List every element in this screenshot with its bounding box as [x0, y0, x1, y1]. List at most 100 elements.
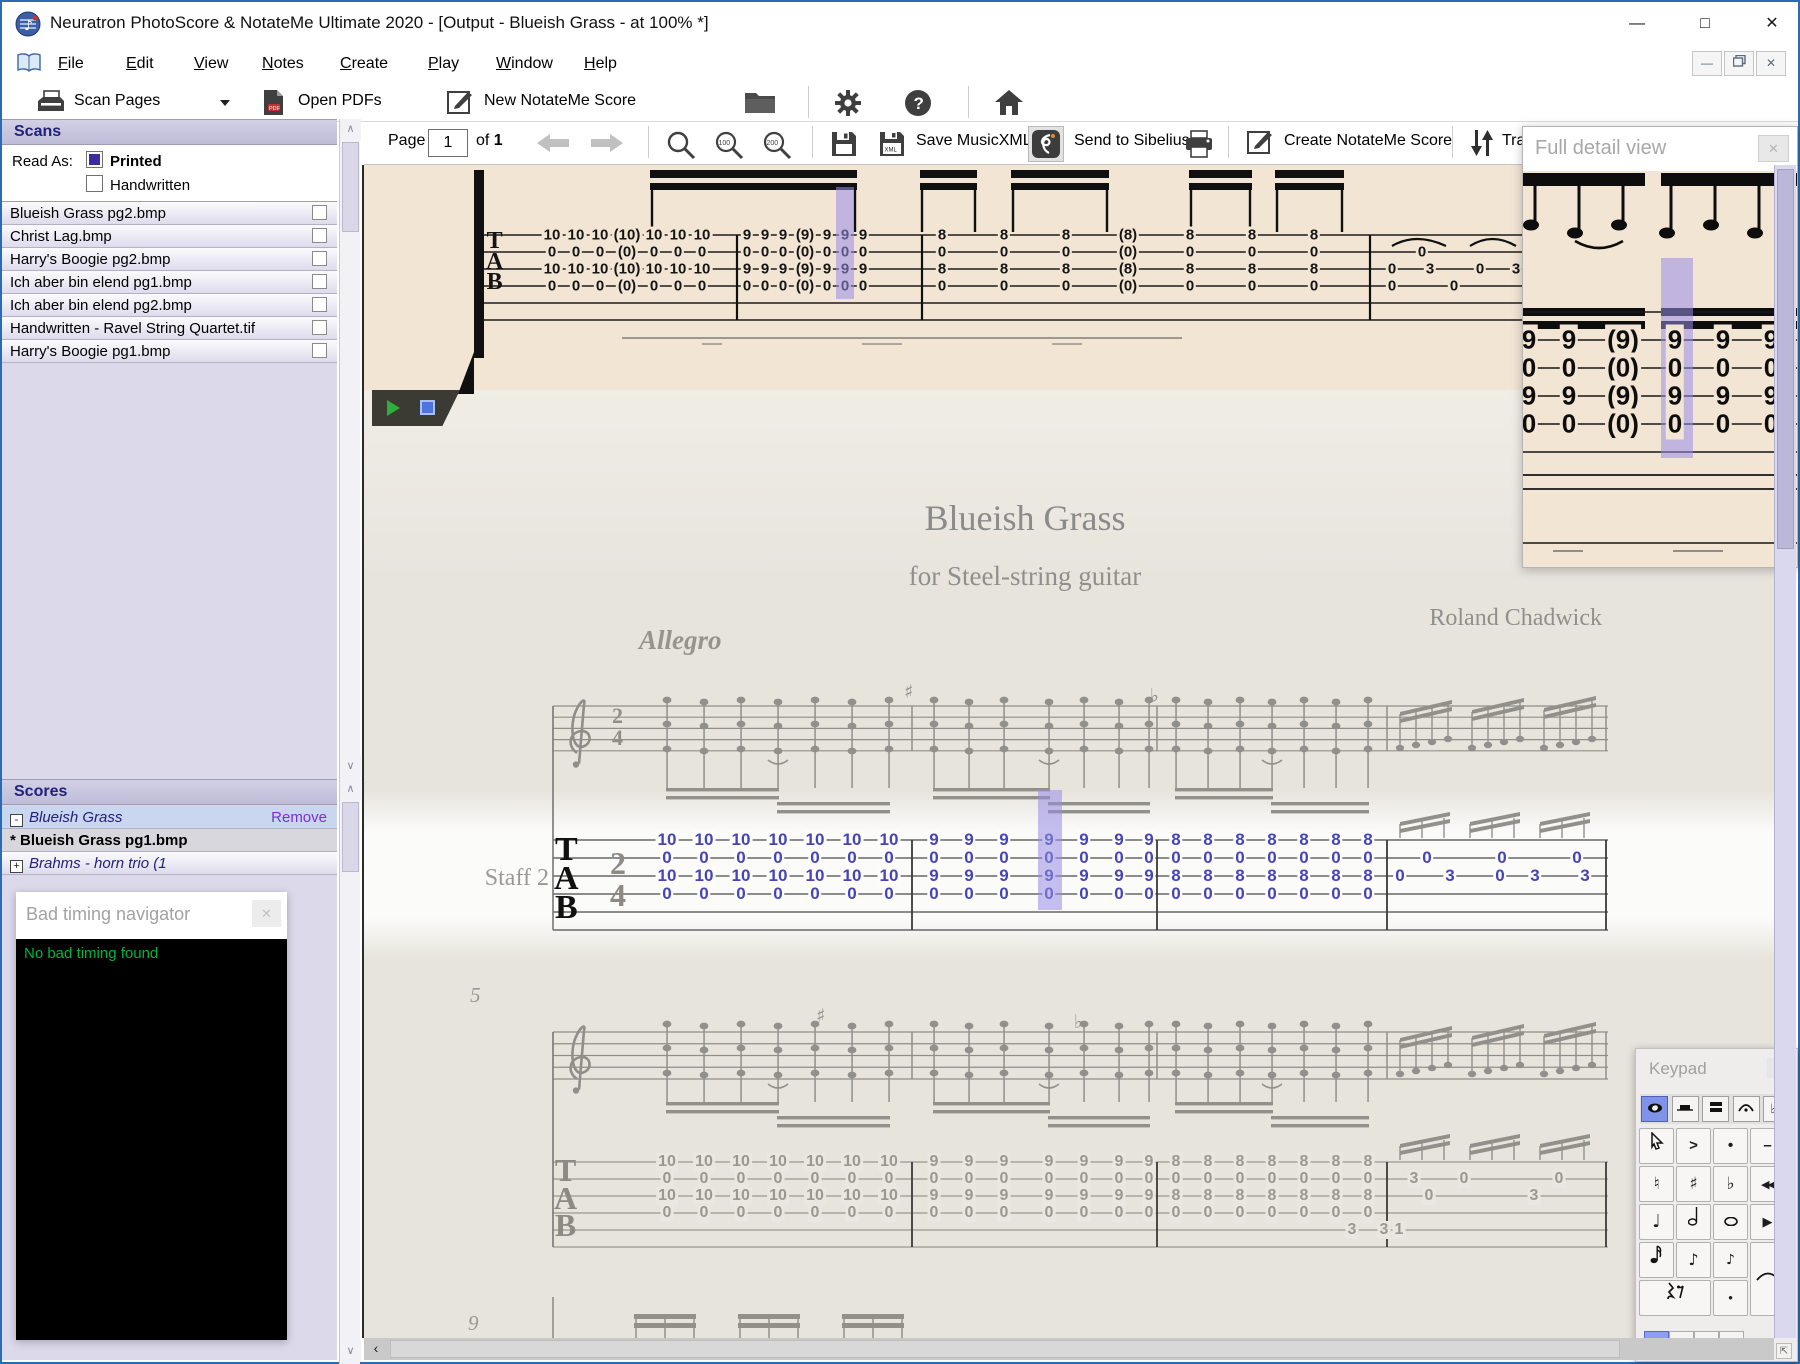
- scan-file-item[interactable]: Ich aber bin elend pg2.bmp: [2, 294, 337, 317]
- stop-button[interactable]: [420, 400, 435, 415]
- tab-number[interactable]: 10: [655, 866, 679, 886]
- tab-number[interactable]: 10: [840, 830, 864, 850]
- tab-number[interactable]: 10: [803, 830, 827, 850]
- new-notateme-button[interactable]: New NotateMe Score: [484, 92, 636, 110]
- tab-number[interactable]: 9: [997, 866, 1011, 886]
- menu-help[interactable]: Help: [580, 53, 621, 75]
- tab-number[interactable]: 9: [1077, 830, 1091, 850]
- tab-number[interactable]: 8: [1265, 830, 1279, 850]
- send-to-sibelius-button[interactable]: Send to Sibelius: [1074, 132, 1190, 150]
- keypad-accent-button[interactable]: >: [1676, 1128, 1711, 1164]
- tab-number[interactable]: 8: [1169, 830, 1183, 850]
- printed-checkbox[interactable]: [86, 151, 103, 168]
- tab-number[interactable]: 8: [1201, 866, 1215, 886]
- book-icon[interactable]: [16, 52, 42, 79]
- keypad-eighth-note-button[interactable]: ♪: [1713, 1242, 1748, 1278]
- tab-number[interactable]: 10: [766, 866, 790, 886]
- tab-number[interactable]: 3: [1578, 866, 1592, 886]
- tab-number[interactable]: 0: [1570, 848, 1584, 868]
- scan-file-item[interactable]: Harry's Boogie pg2.bmp: [2, 248, 337, 271]
- tab-number[interactable]: 10: [840, 866, 864, 886]
- tab-number[interactable]: 0: [1169, 848, 1183, 868]
- tab-number[interactable]: 0: [1393, 866, 1407, 886]
- tab-number[interactable]: 8: [1329, 830, 1343, 850]
- tab-number[interactable]: 0: [1495, 848, 1509, 868]
- scan-file-item[interactable]: Harry's Boogie pg1.bmp: [2, 340, 337, 363]
- scrollbar-thumb[interactable]: [342, 142, 359, 232]
- tab-number[interactable]: 9: [1112, 830, 1126, 850]
- tab-number[interactable]: 0: [660, 884, 674, 904]
- print-icon[interactable]: [1184, 130, 1214, 163]
- scroll-up-icon[interactable]: ∧: [340, 119, 361, 140]
- tab-number[interactable]: 9: [927, 830, 941, 850]
- maximize-button[interactable]: □: [1688, 10, 1722, 38]
- file-checkbox[interactable]: [312, 343, 327, 358]
- tab-number[interactable]: 0: [771, 884, 785, 904]
- tab-number[interactable]: 10: [877, 830, 901, 850]
- score-item[interactable]: - Blueish Grass Remove: [2, 806, 337, 829]
- tab-number[interactable]: 0: [1361, 884, 1375, 904]
- scan-icon[interactable]: [36, 89, 66, 120]
- remove-score-link[interactable]: Remove: [271, 809, 327, 826]
- gear-icon[interactable]: [834, 89, 862, 122]
- tab-number[interactable]: 0: [1329, 884, 1343, 904]
- scrollbar-thumb[interactable]: [390, 1340, 1620, 1358]
- tab-number[interactable]: 8: [1233, 830, 1247, 850]
- tab-number[interactable]: 0: [1077, 884, 1091, 904]
- tab-number[interactable]: 9: [927, 866, 941, 886]
- scroll-left-icon[interactable]: ‹: [366, 1338, 386, 1360]
- tab-number[interactable]: 0: [1077, 848, 1091, 868]
- tab-number[interactable]: 0: [1112, 884, 1126, 904]
- close-button[interactable]: ✕: [1755, 10, 1789, 38]
- scan-file-item[interactable]: Christ Lag.bmp: [2, 225, 337, 248]
- transpose-icon[interactable]: [1470, 128, 1494, 163]
- tab-number[interactable]: 3: [1443, 866, 1457, 886]
- keypad-tab-fermata[interactable]: [1732, 1096, 1760, 1122]
- tab-number[interactable]: 0: [697, 884, 711, 904]
- tab-number[interactable]: 0: [1233, 884, 1247, 904]
- home-icon[interactable]: [994, 89, 1024, 121]
- keypad-tab-half-rest[interactable]: [1671, 1096, 1699, 1122]
- next-page-icon[interactable]: [590, 133, 624, 158]
- keypad-tab-double-rest[interactable]: [1702, 1096, 1729, 1122]
- mdi-restore-button[interactable]: [1724, 51, 1754, 76]
- scores-scrollbar[interactable]: ∧ ∨: [339, 779, 361, 1364]
- tab-number[interactable]: 8: [1233, 866, 1247, 886]
- save-musicxml-button[interactable]: Save MusicXML: [916, 132, 1032, 150]
- save-musicxml-icon[interactable]: XML: [878, 130, 906, 163]
- scan-file-item[interactable]: Blueish Grass pg2.bmp: [2, 202, 337, 225]
- folder-icon[interactable]: [744, 89, 776, 119]
- zoom-200-icon[interactable]: 200: [762, 130, 792, 165]
- tab-number[interactable]: 0: [1112, 848, 1126, 868]
- help-icon[interactable]: ?: [904, 89, 932, 122]
- tab-number[interactable]: 9: [1077, 866, 1091, 886]
- tab-number[interactable]: 0: [808, 848, 822, 868]
- tab-number[interactable]: 0: [997, 848, 1011, 868]
- keypad-flat-button[interactable]: ♭: [1713, 1166, 1748, 1202]
- tab-number[interactable]: 9: [1142, 830, 1156, 850]
- tab-number[interactable]: 0: [1142, 848, 1156, 868]
- play-button[interactable]: [387, 400, 400, 416]
- bad-timing-close-icon[interactable]: ✕: [252, 900, 281, 927]
- tab-number[interactable]: 0: [1201, 848, 1215, 868]
- file-checkbox[interactable]: [312, 251, 327, 266]
- tab-number[interactable]: 0: [882, 884, 896, 904]
- tab-number[interactable]: 9: [997, 830, 1011, 850]
- menu-play[interactable]: Play: [424, 53, 463, 75]
- keypad-dotted-eighth-note-button[interactable]: ♪: [1676, 1242, 1711, 1278]
- tab-number[interactable]: 8: [1201, 830, 1215, 850]
- handwritten-checkbox[interactable]: [86, 175, 103, 192]
- mdi-minimize-button[interactable]: —: [1692, 51, 1722, 76]
- tab-number[interactable]: 10: [692, 866, 716, 886]
- keypad-quarter-note-button[interactable]: ♩: [1639, 1204, 1674, 1240]
- new-notateme-icon[interactable]: [446, 89, 474, 120]
- tab-number[interactable]: 8: [1265, 866, 1279, 886]
- page-number-input[interactable]: [428, 129, 468, 157]
- tab-number[interactable]: 0: [1142, 884, 1156, 904]
- minimize-button[interactable]: —: [1620, 10, 1654, 38]
- menu-notes[interactable]: Notes: [258, 53, 308, 75]
- tab-number[interactable]: 10: [877, 866, 901, 886]
- tab-number[interactable]: 9: [1112, 866, 1126, 886]
- mdi-close-button[interactable]: ✕: [1756, 51, 1786, 76]
- tab-number[interactable]: 0: [1329, 848, 1343, 868]
